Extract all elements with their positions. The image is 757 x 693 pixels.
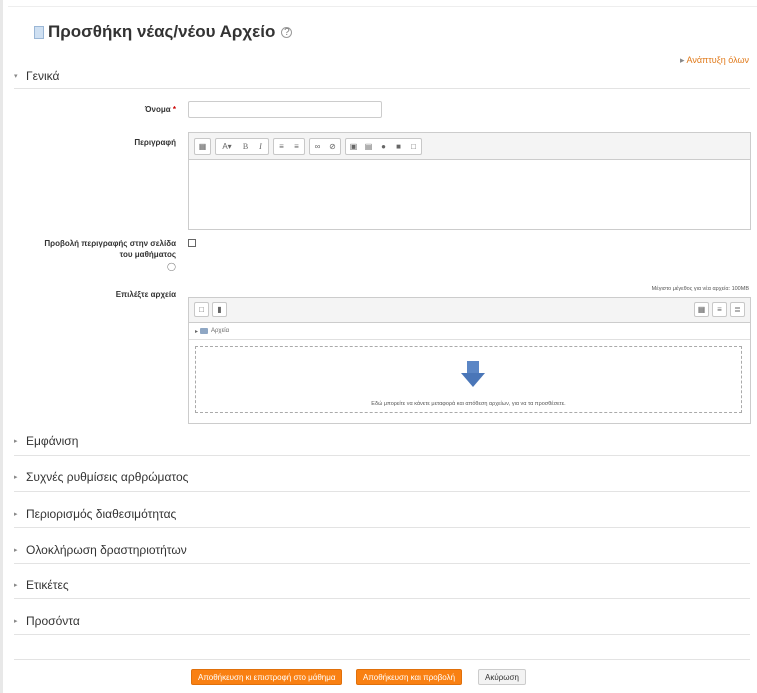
expand-triangle-icon: ▸ <box>14 618 18 625</box>
drop-hint: Εδώ μπορείτε να κάνετε μεταφορά και απόθ… <box>371 401 566 407</box>
manage-files-icon[interactable]: □ <box>406 139 421 154</box>
save-return-button[interactable]: Αποθήκευση κι επιστροφή στο μάθημα <box>191 669 343 685</box>
divider <box>14 659 750 660</box>
section-activity-completion[interactable]: ▸ Ολοκλήρωση δραστηριοτήτων <box>14 543 187 557</box>
divider <box>14 491 750 492</box>
create-folder-icon[interactable]: ▮ <box>212 302 227 317</box>
unlink-icon[interactable]: ⊘ <box>325 139 340 154</box>
section-restrict-access[interactable]: ▸ Περιορισμός διαθεσιμότητας <box>14 507 176 521</box>
file-picker: □ ▮ ▦ ≡ ≣ ▸ Αρχεία Εδώ μπορείτε να κάνετ… <box>188 297 751 424</box>
section-common-settings[interactable]: ▸ Συχνές ρυθμίσεις αρθρώματος <box>14 470 188 484</box>
left-border <box>0 0 3 693</box>
section-label: Περιορισμός διαθεσιμότητας <box>26 507 177 521</box>
name-input[interactable] <box>188 101 382 118</box>
link-icon[interactable]: ∞ <box>310 139 325 154</box>
divider <box>14 527 750 528</box>
divider <box>14 598 750 599</box>
help-icon[interactable]: ◯ <box>20 261 176 272</box>
font-style-icon[interactable]: A▾ <box>216 139 238 154</box>
image-icon[interactable]: ▣ <box>346 139 361 154</box>
section-label: Προσόντα <box>26 614 80 628</box>
bold-icon[interactable]: B <box>238 139 253 154</box>
toolbar-group-2: A▾ B I <box>215 137 269 155</box>
record-video-icon[interactable]: ■ <box>391 139 406 154</box>
list-view-icon[interactable]: ≡ <box>712 302 727 317</box>
section-label: Ετικέτες <box>26 578 69 592</box>
grid-view-icon[interactable]: ▦ <box>694 302 709 317</box>
help-icon[interactable]: ? <box>281 26 293 38</box>
select-files-label: Επιλέξτε αρχεία <box>115 290 176 299</box>
description-editor[interactable]: ▦ A▾ B I ≡ ≡ ∞ ⊘ ▣ ▤ ● ■ □ <box>188 132 751 230</box>
divider <box>14 634 750 635</box>
section-appearance[interactable]: ▸ Εμφάνιση <box>14 434 78 448</box>
file-picker-toolbar: □ ▮ ▦ ≡ ≣ <box>189 298 750 323</box>
toolbar-group-5: ▣ ▤ ● ■ □ <box>345 137 422 155</box>
section-label: Συχνές ρυθμίσεις αρθρώματος <box>26 470 189 484</box>
show-description-label-line2: του μαθήματος <box>119 250 176 259</box>
download-arrow-icon <box>461 361 485 387</box>
editor-toolbar: ▦ A▾ B I ≡ ≡ ∞ ⊘ ▣ ▤ ● ■ □ <box>189 133 750 160</box>
unordered-list-icon[interactable]: ≡ <box>274 139 289 154</box>
max-size-text: Μέγιστο μέγεθος για νέα αρχεία: 100MB <box>651 286 749 292</box>
expand-all-link[interactable]: ▸ Ανάπτυξη όλων <box>680 55 749 66</box>
folder-name[interactable]: Αρχεία <box>211 328 229 334</box>
collapse-triangle-icon: ▾ <box>14 73 18 80</box>
description-label: Περιγραφή <box>134 138 176 147</box>
section-tags[interactable]: ▸ Ετικέτες <box>14 578 69 592</box>
document-icon <box>34 25 44 39</box>
section-label: Εμφάνιση <box>26 434 79 448</box>
path-triangle-icon: ▸ <box>195 328 199 335</box>
save-display-button[interactable]: Αποθήκευση και προβολή <box>356 669 463 685</box>
add-file-icon[interactable]: □ <box>194 302 209 317</box>
folder-icon <box>200 328 209 334</box>
show-description-checkbox[interactable] <box>188 239 196 247</box>
cancel-button[interactable]: Ακύρωση <box>478 669 526 685</box>
expand-triangle-icon: ▸ <box>14 547 18 554</box>
expand-triangle-icon: ▸ <box>14 438 18 445</box>
section-general-header[interactable]: ▾ Γενικά <box>14 69 59 83</box>
ordered-list-icon[interactable]: ≡ <box>289 139 304 154</box>
toolbar-group-1: ▦ <box>194 137 211 155</box>
record-audio-icon[interactable]: ● <box>376 139 391 154</box>
show-description-label-line1: Προβολή περιγραφής στην σελίδα <box>44 239 176 248</box>
breadcrumb: ▸ Αρχεία <box>189 323 750 340</box>
show-description-label: Προβολή περιγραφής στην σελίδα του μαθήμ… <box>20 238 176 272</box>
drop-zone[interactable]: Εδώ μπορείτε να κάνετε μεταφορά και απόθ… <box>195 346 742 413</box>
name-label: Όνομα * <box>144 105 176 114</box>
page-title-text: Προσθήκη νέας/νέου Αρχείο <box>48 22 276 41</box>
tree-view-icon[interactable]: ≣ <box>730 302 745 317</box>
divider <box>14 88 750 89</box>
section-competencies[interactable]: ▸ Προσόντα <box>14 614 80 628</box>
italic-icon[interactable]: I <box>253 139 268 154</box>
toolbar-group-3: ≡ ≡ <box>273 137 305 155</box>
divider <box>14 563 750 564</box>
media-icon[interactable]: ▤ <box>361 139 376 154</box>
expand-all-label: Ανάπτυξη όλων <box>686 55 750 65</box>
section-general-label: Γενικά <box>26 69 60 83</box>
toggle-icon[interactable]: ▦ <box>195 139 210 154</box>
expand-triangle-icon: ▸ <box>14 582 18 589</box>
page-title: Προσθήκη νέας/νέου Αρχείο ? <box>34 22 293 42</box>
expand-triangle-icon: ▸ <box>679 55 685 65</box>
expand-triangle-icon: ▸ <box>14 511 18 518</box>
expand-triangle-icon: ▸ <box>14 474 18 481</box>
top-divider <box>8 6 757 7</box>
divider <box>14 455 750 456</box>
section-label: Ολοκλήρωση δραστηριοτήτων <box>26 543 187 557</box>
toolbar-group-4: ∞ ⊘ <box>309 137 341 155</box>
